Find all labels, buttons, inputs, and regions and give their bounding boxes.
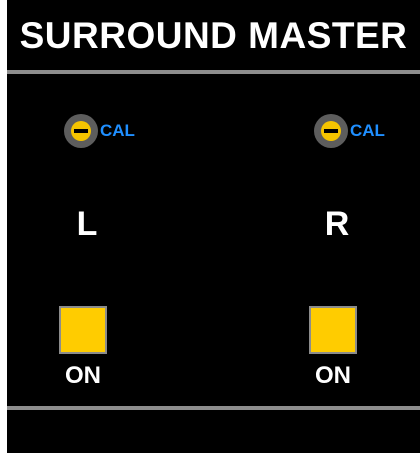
- on-button-right[interactable]: [309, 306, 357, 354]
- channel-letter-left: L: [76, 205, 98, 243]
- on-label-right: ON: [315, 362, 351, 389]
- screw-head: [321, 121, 341, 141]
- cal-trim-left[interactable]: CAL: [64, 114, 135, 148]
- channel-left: CAL L ON: [7, 0, 207, 453]
- cal-label: CAL: [100, 121, 135, 140]
- calibration-screw-icon[interactable]: [64, 114, 98, 148]
- cal-label: CAL: [350, 121, 385, 140]
- on-label-left: ON: [65, 362, 101, 389]
- on-button-left[interactable]: [59, 306, 107, 354]
- surround-master-panel: SURROUND MASTER CAL L ON CAL R ON: [7, 0, 420, 453]
- screw-head: [71, 121, 91, 141]
- calibration-screw-icon[interactable]: [314, 114, 348, 148]
- channel-letter-right: R: [324, 205, 350, 243]
- channel-right: CAL R ON: [257, 0, 420, 453]
- cal-trim-right[interactable]: CAL: [314, 114, 385, 148]
- bottom-divider: [7, 406, 420, 410]
